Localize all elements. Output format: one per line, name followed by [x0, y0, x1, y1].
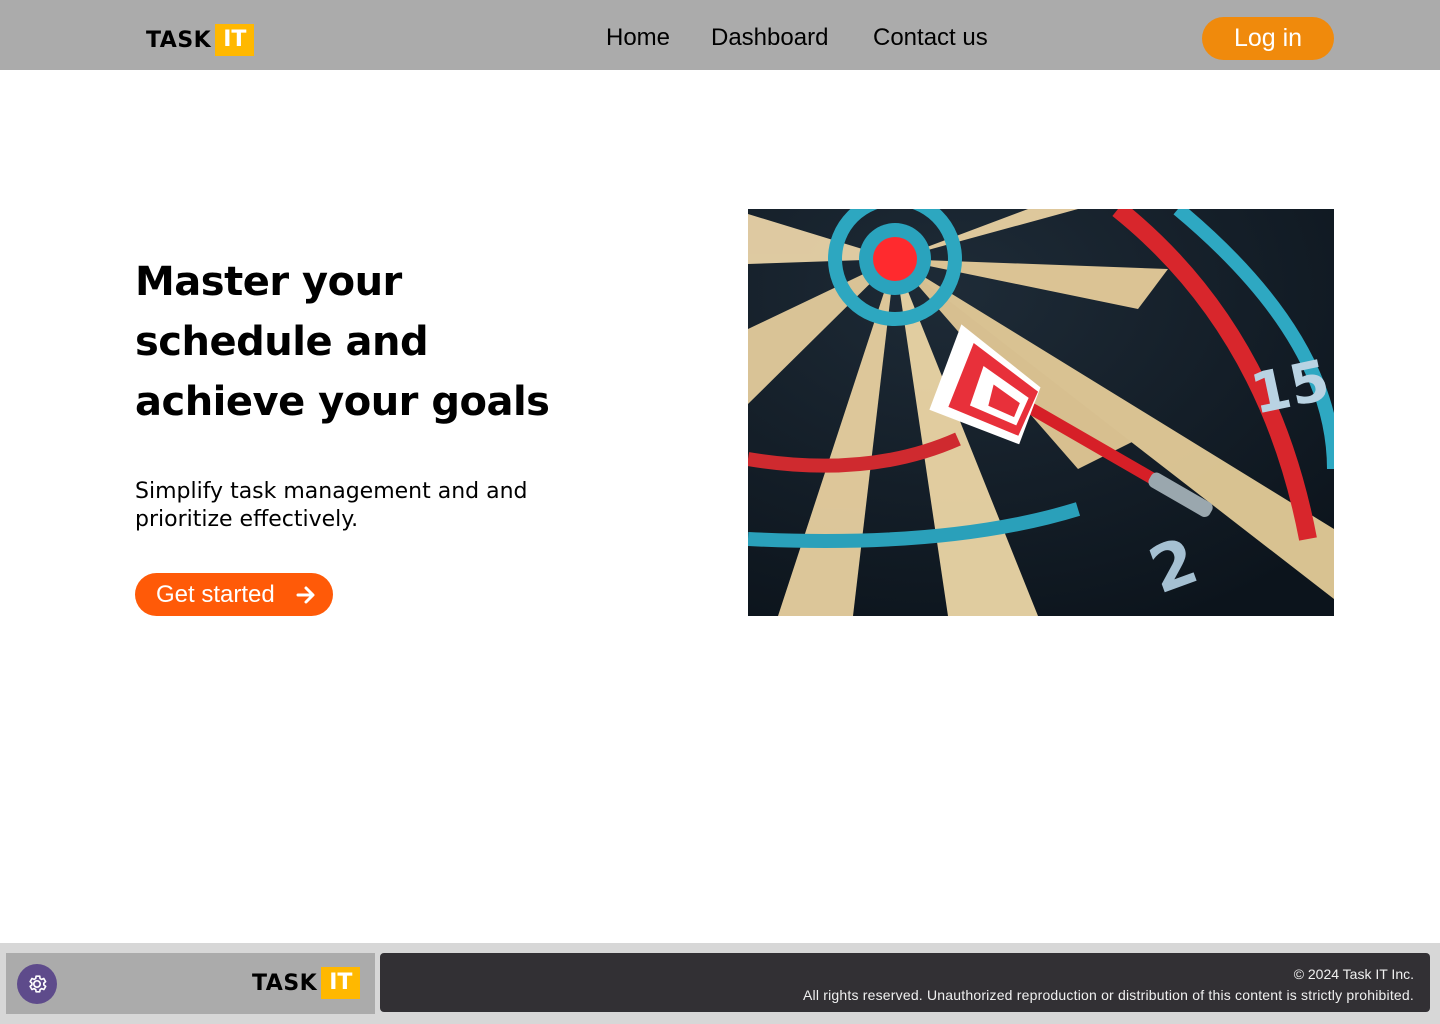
- hero-title: Master your schedule and achieve your go…: [135, 252, 595, 432]
- hero-title-line: achieve your goals: [135, 379, 550, 425]
- hero-title-line: Master your: [135, 259, 402, 305]
- hero-subtitle: Simplify task management and and priorit…: [135, 479, 528, 532]
- rights-text: All rights reserved. Unauthorized reprod…: [802, 987, 1414, 1003]
- footer: TASK IT © 2024 Task IT Inc. All rights r…: [0, 943, 1440, 1024]
- get-started-label: Get started: [156, 580, 275, 608]
- login-button[interactable]: Log in: [1202, 17, 1334, 60]
- header-logo[interactable]: TASK IT: [146, 24, 255, 56]
- logo-badge: IT: [215, 24, 255, 56]
- nav-link-dashboard[interactable]: Dashboard: [711, 22, 828, 54]
- logo-badge: IT: [321, 967, 361, 999]
- top-navbar: TASK IT Home Dashboard Contact us Log in: [0, 0, 1440, 70]
- nav-link-contact-us[interactable]: Contact us: [873, 22, 988, 54]
- footer-logo[interactable]: TASK IT: [252, 967, 361, 999]
- copyright-text: © 2024 Task IT Inc.: [1293, 966, 1414, 982]
- settings-button[interactable]: [17, 964, 57, 1004]
- logo-word: TASK: [252, 970, 318, 996]
- hero-dartboard-image: 15 2: [748, 209, 1334, 616]
- get-started-button[interactable]: Get started: [135, 573, 333, 616]
- arrow-right-icon: [296, 586, 315, 604]
- logo-word: TASK: [146, 27, 212, 53]
- gear-icon: [29, 975, 47, 993]
- footer-legal-panel: © 2024 Task IT Inc. All rights reserved.…: [380, 953, 1430, 1012]
- hero-title-line: schedule and: [135, 319, 429, 365]
- nav-link-home[interactable]: Home: [606, 22, 670, 54]
- footer-brand-panel: TASK IT: [6, 953, 375, 1014]
- dartboard-illustration: 15 2: [748, 209, 1334, 616]
